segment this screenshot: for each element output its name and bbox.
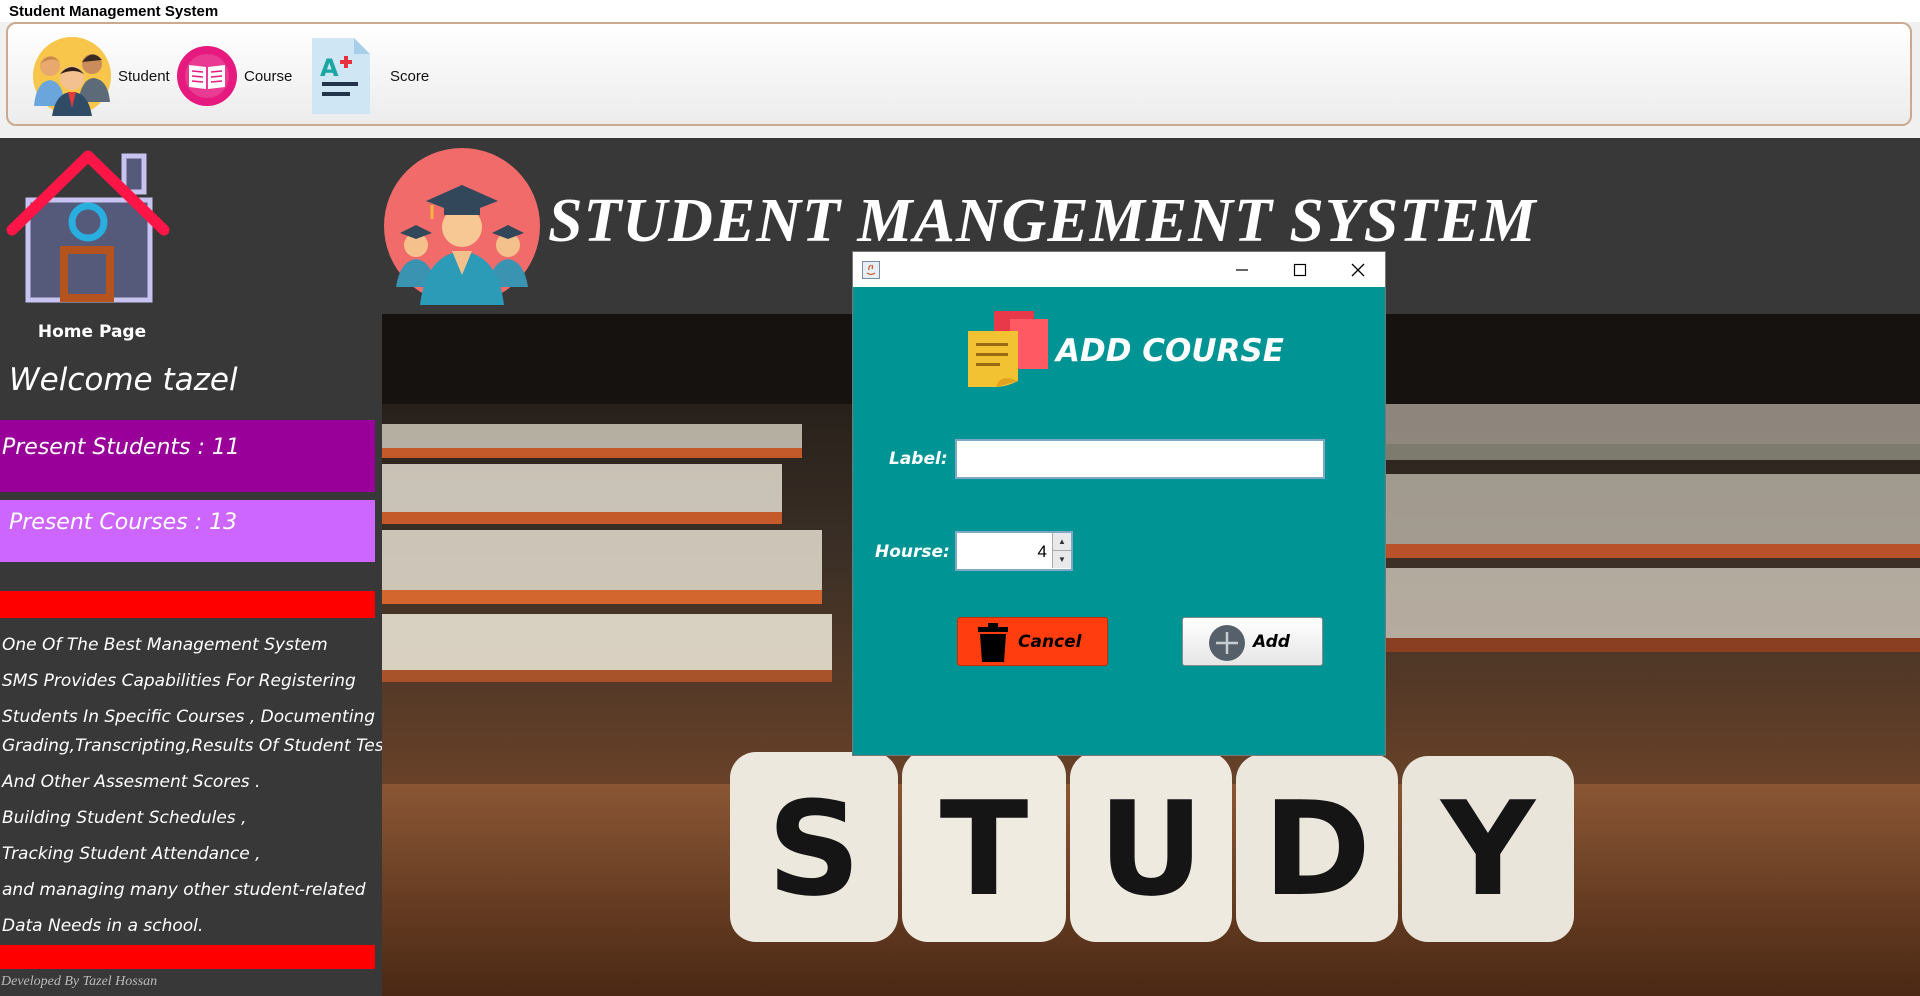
dialog-title: ADD COURSE: [1056, 333, 1284, 369]
developer-credit: Developed By Tazel Hossan: [1, 974, 158, 989]
dialog-titlebar: [853, 252, 1385, 287]
notes-icon: [968, 311, 1048, 387]
present-courses-panel: Present Courses : 13: [0, 500, 375, 562]
home-button[interactable]: [6, 144, 170, 304]
close-icon[interactable]: [1348, 260, 1368, 280]
description-line: And Other Assesment Scores .: [2, 772, 261, 792]
welcome-text: Welcome tazel: [9, 362, 238, 398]
trash-icon: [978, 623, 1008, 662]
cancel-button-label: Cancel: [1018, 632, 1082, 652]
toolbar-area: Student Course A Score: [0, 22, 1920, 138]
maximize-icon[interactable]: [1290, 260, 1310, 280]
description-line: and managing many other student-related: [2, 880, 366, 900]
hours-spinner[interactable]: 4 ▲ ▼: [955, 531, 1073, 571]
book-icon: [177, 46, 237, 106]
add-button[interactable]: Add: [1182, 617, 1323, 666]
present-students-panel: Present Students : 11: [0, 420, 375, 492]
home-page-label: Home Page: [37, 322, 147, 342]
die-letter: Y: [1439, 773, 1537, 925]
toolbar-course-button[interactable]: Course: [176, 36, 292, 116]
description-line: One Of The Best Management System: [2, 635, 328, 655]
house-icon: [6, 150, 170, 303]
window-titlebar: Student Management System: [0, 0, 1920, 22]
page-title: STUDENT MANGEMENT SYSTEM: [548, 187, 1537, 255]
present-students-text: Present Students : 11: [2, 435, 240, 460]
description-line: Students In Specific Courses , Documenti…: [2, 707, 375, 727]
grade-document-icon: A: [312, 38, 370, 114]
hours-field-label: Hourse:: [875, 542, 950, 562]
add-button-label: Add: [1253, 632, 1290, 652]
die-letter: U: [1098, 773, 1204, 925]
toolbar-student-button[interactable]: Student: [30, 36, 170, 116]
spinner-down-arrow-icon[interactable]: ▼: [1052, 551, 1071, 568]
add-course-dialog: [852, 251, 1386, 756]
description-line: Grading,Transcripting,Results Of Student…: [2, 736, 400, 756]
graduates-logo-icon: [384, 148, 540, 305]
window-title: Student Management System: [9, 3, 219, 20]
toolbar: Student Course A Score: [6, 22, 1912, 126]
spinner-up-arrow-icon[interactable]: ▲: [1052, 533, 1071, 551]
svg-text:A: A: [320, 54, 339, 82]
description-line: Data Needs in a school.: [2, 916, 204, 936]
minimize-icon[interactable]: [1232, 260, 1252, 280]
description-line: SMS Provides Capabilities For Registerin…: [2, 671, 356, 691]
red-divider-top: [0, 591, 375, 618]
description-line: Building Student Schedules ,: [2, 808, 247, 828]
present-courses-text: Present Courses : 13: [9, 510, 238, 535]
die-letter: T: [940, 773, 1029, 925]
label-input[interactable]: [955, 439, 1325, 479]
toolbar-student-label: Student: [118, 67, 170, 85]
die-letter: S: [767, 773, 861, 925]
red-divider-bottom: [0, 945, 375, 969]
students-group-icon: [33, 37, 111, 116]
toolbar-score-label: Score: [390, 67, 430, 85]
cancel-button[interactable]: Cancel: [957, 617, 1108, 666]
plus-circle-icon: [1209, 625, 1245, 661]
toolbar-course-label: Course: [244, 67, 293, 85]
java-app-icon: [862, 261, 880, 279]
label-field-label: Label:: [889, 449, 948, 469]
toolbar-score-button[interactable]: A Score: [310, 36, 429, 116]
hours-spinner-value: 4: [1037, 542, 1047, 561]
description-line: Tracking Student Attendance ,: [2, 844, 261, 864]
die-letter: D: [1263, 773, 1371, 925]
